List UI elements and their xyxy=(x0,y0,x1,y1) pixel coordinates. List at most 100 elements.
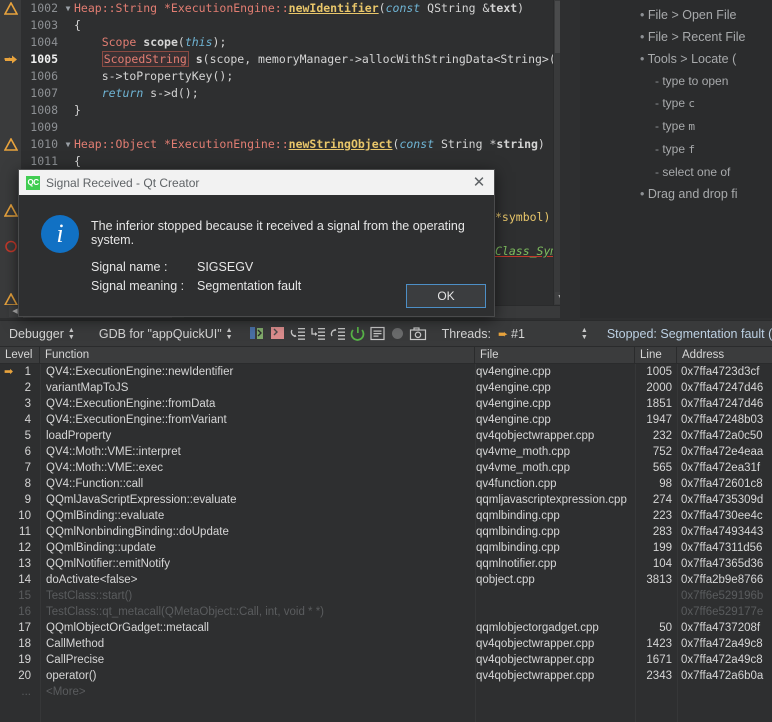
stack-view[interactable]: Level Function File Line Address ➡ 1 QV4::… xyxy=(0,347,772,722)
table-row[interactable]: 10 QQmlBinding::evaluate qqmlbinding.cpp 22… xyxy=(0,508,772,524)
continue-debug-icon[interactable] xyxy=(249,323,267,345)
code-line[interactable]: 1010 ▼ Heap::Object *ExecutionEngine::newS… xyxy=(22,136,560,153)
cell-file xyxy=(475,588,635,604)
cell-level: 10 xyxy=(18,510,31,522)
column-header-line[interactable]: Line xyxy=(635,347,677,363)
stack-rows-container[interactable]: ➡ 1 QV4::ExecutionEngine::newIdentifier qv4… xyxy=(0,364,772,700)
column-header-level[interactable]: Level xyxy=(0,347,40,363)
cell-function: QV4::Function::call xyxy=(46,478,144,490)
cell-address: 0x7ffa4735309d xyxy=(681,494,764,506)
table-row[interactable]: 15 TestClass::start() 0x7ff6e529196b xyxy=(0,588,772,604)
table-row[interactable]: ... <More> xyxy=(0,684,772,700)
step-into-icon[interactable] xyxy=(309,323,327,345)
code-line[interactable]: ➡ 1005 ScopedString s(scope, memoryManage… xyxy=(4,51,560,68)
table-row[interactable]: 20 operator() qv4qobjectwrapper.cpp 2343 0x7… xyxy=(0,668,772,684)
interrupt-icon[interactable] xyxy=(389,323,407,345)
code-line[interactable]: 1009 xyxy=(22,119,560,136)
line-number: 1009 xyxy=(30,120,58,134)
code-fragment-class-sym: Class_Sym xyxy=(495,244,558,258)
dialog-title-bar[interactable]: QC Signal Received - Qt Creator ✕ xyxy=(19,170,494,195)
toggle-log-icon[interactable] xyxy=(369,323,387,345)
threads-selector-spinner[interactable]: ▲ ▼ xyxy=(581,325,588,343)
cell-file: qv4function.cpp xyxy=(476,478,557,490)
table-row[interactable]: 12 QQmlBinding::update qqmlbinding.cpp 199 0… xyxy=(0,540,772,556)
cell-line xyxy=(635,604,677,620)
table-row[interactable]: 8 QV4::Function::call qv4function.cpp 98 0x7… xyxy=(0,476,772,492)
threads-value[interactable]: #1 xyxy=(511,327,529,341)
table-row[interactable]: 4 QV4::ExecutionEngine::fromVariant qv4eng… xyxy=(0,412,772,428)
debugger-selector-label[interactable]: Debugger xyxy=(0,327,68,341)
help-line: • Tools > Locate ( xyxy=(640,52,737,66)
table-row[interactable]: 11 QQmlNonbindingBinding::doUpdate qqmlbin… xyxy=(0,524,772,540)
stack-grid-line-1 xyxy=(40,364,41,722)
code-line[interactable]: 1011 { xyxy=(22,153,560,170)
table-row[interactable]: 5 loadProperty qv4qobjectwrapper.cpp 232 0x7… xyxy=(0,428,772,444)
cell-line: 199 xyxy=(652,542,672,554)
table-row[interactable]: 7 QV4::Moth::VME::exec qv4vme_moth.cpp 565 0… xyxy=(0,460,772,476)
table-row[interactable]: 2 variantMapToJS qv4engine.cpp 2000 0x7ffa47… xyxy=(0,380,772,396)
cell-line: 565 xyxy=(652,462,672,474)
table-row[interactable]: 3 QV4::ExecutionEngine::fromData qv4engine… xyxy=(0,396,772,412)
help-line: • Drag and drop fi xyxy=(640,187,738,201)
engine-selector-spinner[interactable]: ▲ ▼ xyxy=(226,325,233,343)
welcome-help-panel: • File > Open File • File > Recent File • … xyxy=(580,0,772,318)
table-row[interactable]: 9 QQmlJavaScriptExpression::evaluate qqmlj… xyxy=(0,492,772,508)
code-text: return s->d(); xyxy=(101,86,199,100)
code-line[interactable]: 1007 return s->d(); xyxy=(22,85,560,102)
info-icon: i xyxy=(41,215,79,253)
code-line[interactable]: 1008} xyxy=(22,102,560,119)
line-number: 1011 xyxy=(30,154,58,168)
table-row[interactable]: 16 TestClass::qt_metacall(QMetaObject::Ca… xyxy=(0,604,772,620)
cell-level: 9 xyxy=(24,494,31,506)
signal-received-dialog[interactable]: QC Signal Received - Qt Creator ✕ i The … xyxy=(18,169,495,317)
cell-file: qv4engine.cpp xyxy=(476,366,551,378)
line-number: 1010 xyxy=(30,137,58,151)
debugger-selector-spinner[interactable]: ▲ ▼ xyxy=(68,325,75,343)
code-line[interactable]: 1006 s->toPropertyKey(); xyxy=(22,68,560,85)
cell-level: 13 xyxy=(18,558,31,570)
table-row[interactable]: 17 QQmlObjectOrGadget::metacall qqmlobject… xyxy=(0,620,772,636)
stop-debug-icon[interactable] xyxy=(269,323,287,345)
table-row[interactable]: 19 CallPrecise qv4qobjectwrapper.cpp 1671 0x… xyxy=(0,652,772,668)
column-header-file[interactable]: File xyxy=(475,347,635,363)
fold-toggle-icon[interactable]: ▼ xyxy=(62,136,74,153)
snapshot-icon[interactable] xyxy=(409,323,427,345)
step-out-icon[interactable] xyxy=(329,323,347,345)
debugger-status-text: Stopped: Segmentation fault ( xyxy=(606,326,772,341)
cell-address: 0x7ffa47248b03 xyxy=(681,414,764,426)
restart-debug-icon[interactable] xyxy=(349,323,367,345)
table-row[interactable]: 6 QV4::Moth::VME::interpret qv4vme_moth.cp… xyxy=(0,444,772,460)
signal-name-row: Signal name : SIGSEGV xyxy=(91,260,253,274)
cell-file: qv4engine.cpp xyxy=(476,414,551,426)
dialog-message: The inferior stopped because it received… xyxy=(91,219,465,247)
code-line[interactable]: 1004 Scope scope(this); xyxy=(22,34,560,51)
cell-level: 6 xyxy=(24,446,31,458)
column-header-address[interactable]: Address xyxy=(677,347,772,363)
engine-selector-label[interactable]: GDB for "appQuickUI" xyxy=(90,327,226,341)
warning-triangle-icon[interactable] xyxy=(4,2,18,16)
cell-address: 0x7ffa472a49c8 xyxy=(681,654,763,666)
column-header-function[interactable]: Function xyxy=(40,347,475,363)
cell-address: 0x7ffa47247d46 xyxy=(681,382,764,394)
code-line[interactable]: 1002 ▼ Heap::String *ExecutionEngine::newI… xyxy=(22,0,560,17)
table-row[interactable]: ➡ 1 QV4::ExecutionEngine::newIdentifier qv4… xyxy=(0,364,772,380)
table-row[interactable]: 14 doActivate<false> qobject.cpp 3813 0x7ffa… xyxy=(0,572,772,588)
step-over-icon[interactable] xyxy=(289,323,307,345)
cell-level: 20 xyxy=(18,670,31,682)
table-row[interactable]: 13 QQmlNotifier::emitNotify qqmlnotifier.c… xyxy=(0,556,772,572)
debugger-toolbar[interactable]: Debugger ▲ ▼ GDB for "appQuickUI" ▲ ▼ Th… xyxy=(0,320,772,347)
close-icon[interactable]: ✕ xyxy=(470,174,488,192)
cell-line: 232 xyxy=(652,430,672,442)
warning-triangle-icon[interactable] xyxy=(4,138,18,152)
cell-level: 12 xyxy=(18,542,31,554)
line-number: 1005 xyxy=(30,52,58,66)
breakpoint-circle-icon[interactable] xyxy=(4,240,18,254)
table-row[interactable]: 18 CallMethod qv4qobjectwrapper.cpp 1423 0x7… xyxy=(0,636,772,652)
ok-button[interactable]: OK xyxy=(406,284,486,308)
code-line[interactable]: 1003 { xyxy=(22,17,560,34)
cell-function: QQmlBinding::evaluate xyxy=(46,510,165,522)
warning-triangle-icon[interactable] xyxy=(4,204,18,218)
cell-line xyxy=(635,684,677,700)
fold-toggle-icon[interactable]: ▼ xyxy=(62,0,74,17)
cell-function: QV4::ExecutionEngine::newIdentifier xyxy=(46,366,234,378)
